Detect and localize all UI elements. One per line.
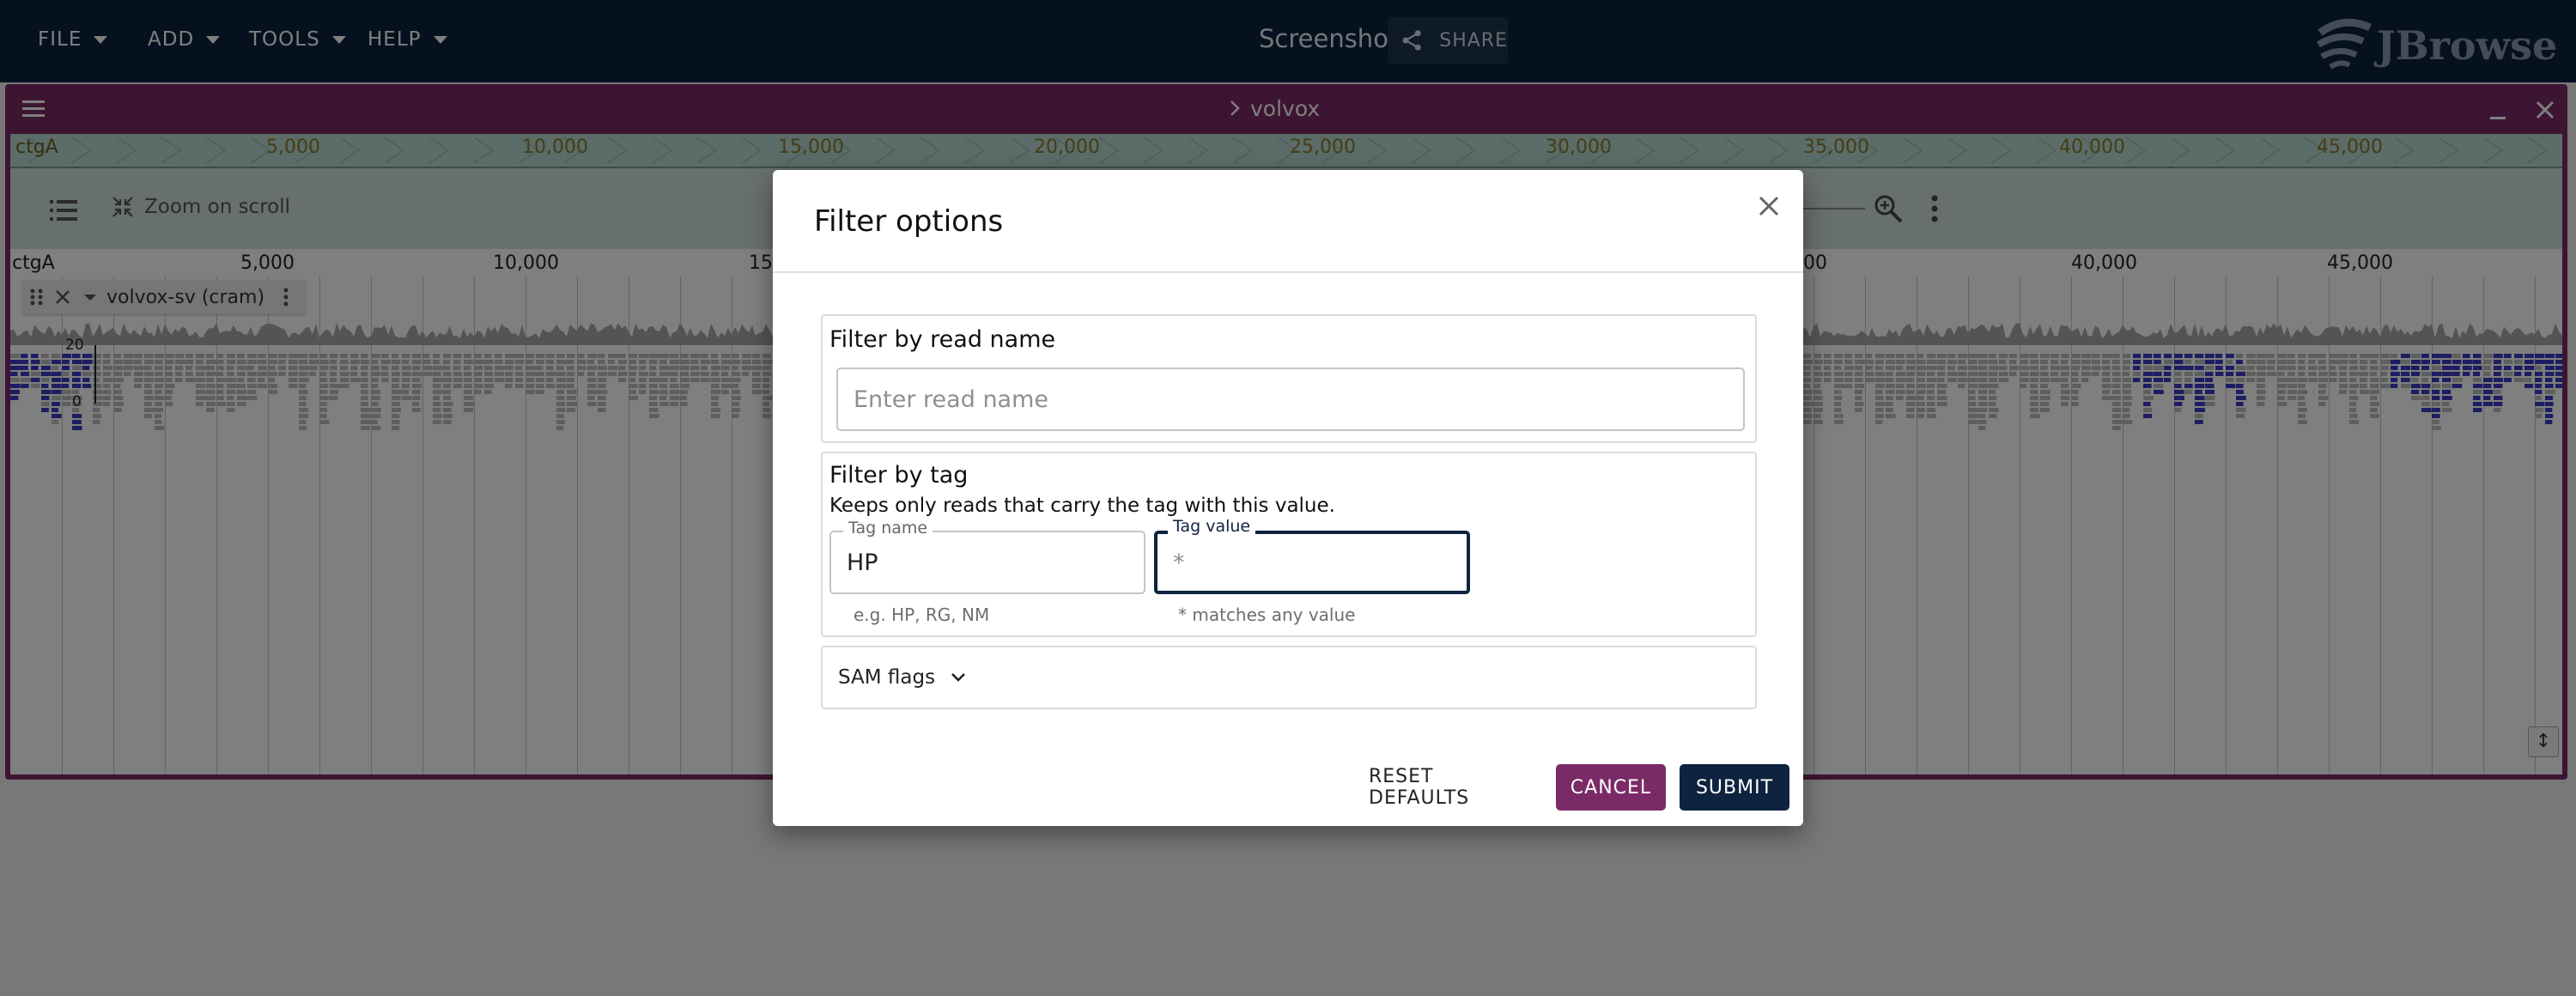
chevron-down-icon: [951, 673, 966, 682]
reset-defaults-button[interactable]: RESET DEFAULTS: [1369, 764, 1540, 811]
read-name-title: Filter by read name: [829, 326, 1056, 353]
filter-options-dialog: Filter options Filter by read name Filte…: [773, 170, 1803, 826]
tag-name-label: Tag name: [843, 519, 933, 537]
tag-value-helper: * matches any value: [1178, 604, 1356, 625]
dialog-divider: [773, 271, 1803, 273]
sam-flags-label: SAM flags: [838, 666, 936, 689]
tag-filter-section: Filter by tag Keeps only reads that carr…: [821, 452, 1757, 637]
tag-value-input[interactable]: [1154, 531, 1470, 594]
read-name-input[interactable]: [836, 367, 1745, 431]
tag-name-input[interactable]: [829, 531, 1145, 594]
cancel-button[interactable]: CANCEL: [1556, 764, 1666, 811]
tag-value-label: Tag value: [1168, 517, 1256, 536]
tag-filter-help: Keeps only reads that carry the tag with…: [829, 495, 1335, 517]
tag-name-helper: e.g. HP, RG, NM: [854, 604, 990, 625]
dialog-title: Filter options: [814, 204, 1004, 239]
submit-button[interactable]: SUBMIT: [1680, 764, 1789, 811]
read-name-section: Filter by read name: [821, 314, 1757, 443]
close-icon[interactable]: [1752, 189, 1786, 223]
sam-flags-accordion[interactable]: SAM flags: [821, 646, 1757, 709]
tag-filter-title: Filter by tag: [829, 462, 969, 489]
